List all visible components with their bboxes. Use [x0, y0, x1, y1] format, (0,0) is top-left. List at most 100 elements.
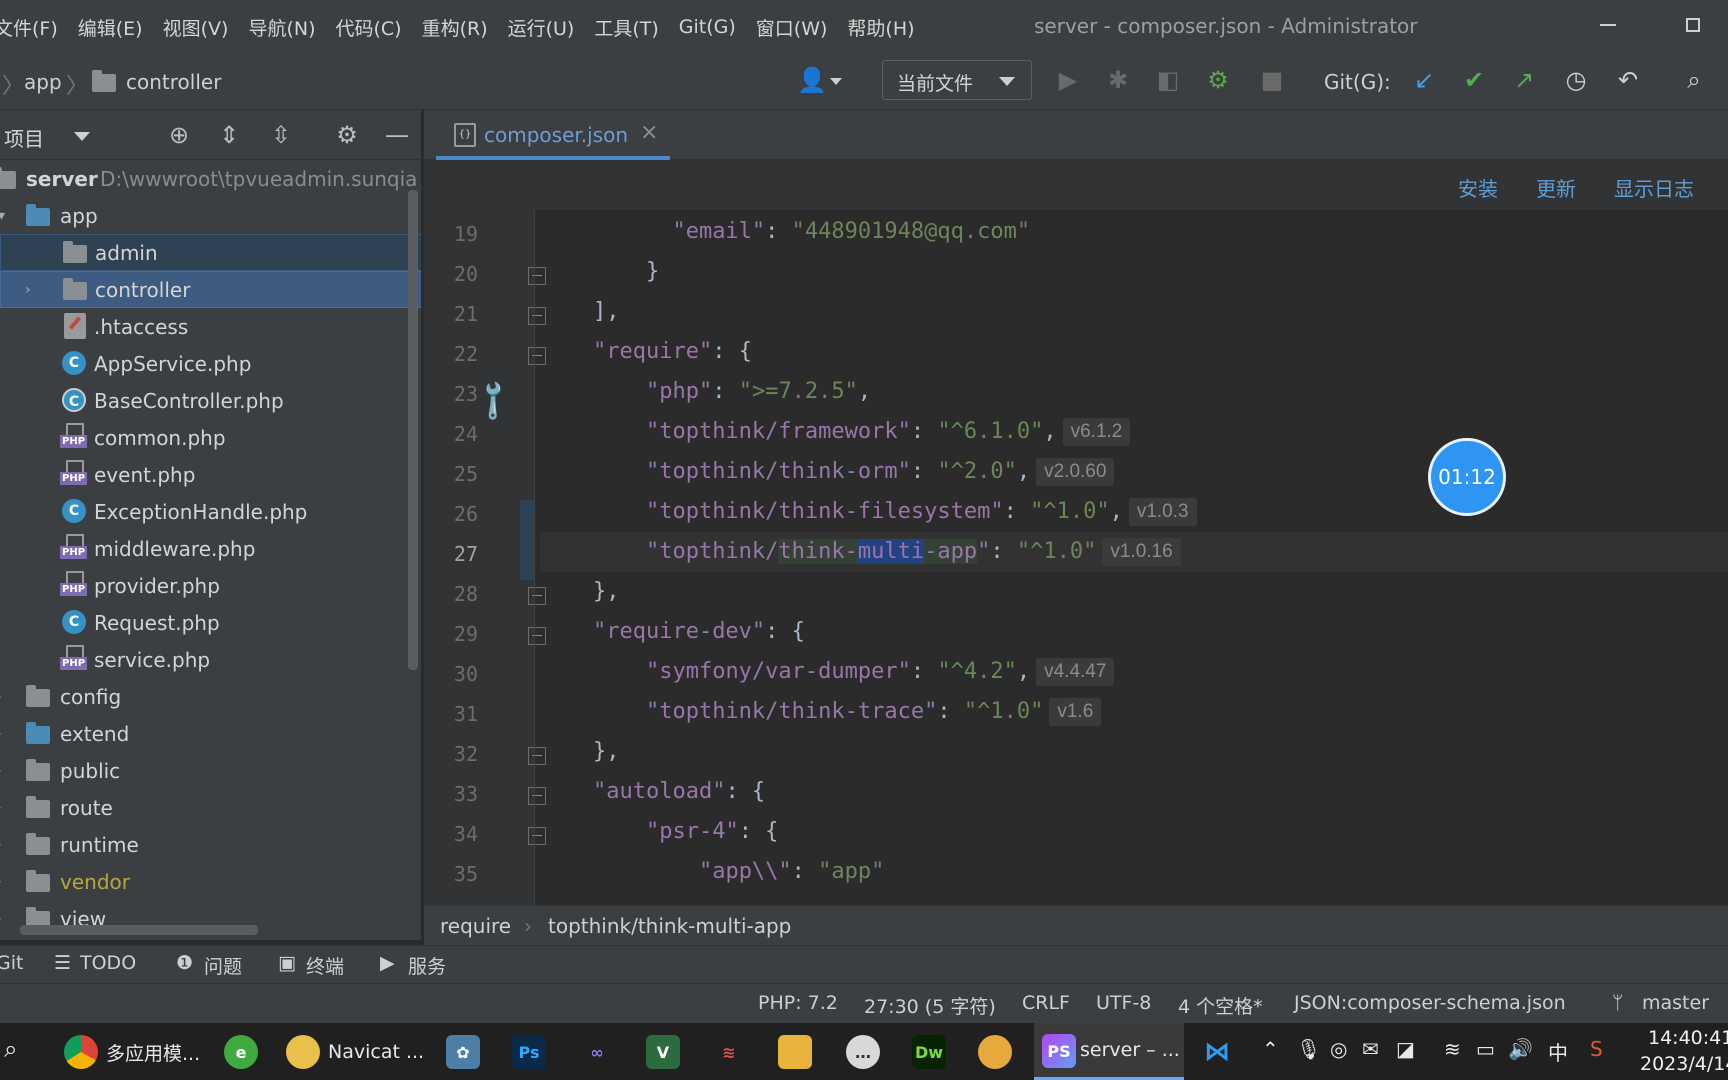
run-configuration-select[interactable]: 当前文件	[882, 60, 1032, 100]
tree-item-route[interactable]: › route	[0, 789, 421, 826]
tree-item-public[interactable]: › public	[0, 752, 421, 789]
tree-item-vendor[interactable]: › vendor	[0, 863, 421, 900]
tree-item-exceptionhandle[interactable]: C ExceptionHandle.php	[0, 493, 421, 530]
taskbar-app[interactable]: e	[224, 1031, 258, 1073]
minimize-icon[interactable]	[1600, 24, 1616, 26]
user-icon[interactable]: 👤	[797, 66, 827, 94]
ime-indicator[interactable]: 中	[1548, 1037, 1568, 1066]
expand-all-icon[interactable]: ⇕	[214, 120, 244, 150]
tool-window-problems[interactable]: 问题	[204, 952, 242, 979]
taskbar-navicat[interactable]: Navicat ...	[286, 1031, 424, 1073]
run-icon[interactable]: ▶	[1054, 66, 1082, 94]
tree-item-common[interactable]: PHP common.php	[0, 419, 421, 456]
tree-item-admin[interactable]: admin	[0, 234, 421, 271]
tree-item-basecontroller[interactable]: C BaseController.php	[0, 382, 421, 419]
sogou-icon[interactable]: S	[1590, 1037, 1603, 1061]
rollback-icon[interactable]: ↶	[1614, 66, 1642, 94]
tool-window-git[interactable]: Git	[0, 952, 23, 974]
breadcrumb-controller[interactable]: controller	[126, 70, 221, 94]
status-json-schema[interactable]: JSON:composer-schema.json	[1294, 992, 1566, 1014]
menu-tools[interactable]: 工具(T)	[594, 14, 658, 41]
menu-run[interactable]: 运行(U)	[508, 14, 575, 41]
microphone-icon[interactable]: 🎙	[1296, 1037, 1321, 1061]
search-icon[interactable]: ⌕	[1680, 66, 1708, 94]
chevron-down-icon[interactable]: ▾	[0, 208, 12, 224]
tree-item-extend[interactable]: › extend	[0, 715, 421, 752]
taskbar-chrome[interactable]: 多应用模...	[64, 1031, 200, 1073]
tree-item-appservice[interactable]: C AppService.php	[0, 345, 421, 382]
status-encoding[interactable]: UTF-8	[1096, 992, 1151, 1014]
status-indent[interactable]: 4 个空格*	[1178, 992, 1263, 1019]
status-caret-position[interactable]: 27:30 (5 字符)	[864, 992, 996, 1019]
clock-time[interactable]: 14:40:41	[1648, 1027, 1728, 1049]
debug-icon[interactable]: ✱	[1104, 66, 1132, 94]
tree-item-server[interactable]: server D:\wwwroot\tpvueadmin.sunqia	[0, 160, 421, 197]
menu-edit[interactable]: 编辑(E)	[78, 14, 143, 41]
taskbar-explorer[interactable]	[778, 1031, 812, 1073]
restore-icon[interactable]	[1686, 18, 1700, 32]
attach-debugger-icon[interactable]: ⚙	[1204, 66, 1232, 94]
recording-timer-badge[interactable]: 01:12	[1428, 438, 1506, 516]
volume-icon[interactable]: 🔊	[1508, 1037, 1533, 1061]
breadcrumb-require[interactable]: require	[440, 914, 511, 938]
tree-item-config[interactable]: › config	[0, 678, 421, 715]
chevron-down-icon[interactable]	[74, 132, 90, 141]
taskbar-app[interactable]: V	[646, 1031, 680, 1073]
close-icon[interactable]: ×	[640, 120, 658, 145]
breadcrumb-app[interactable]: app	[24, 70, 62, 94]
hide-panel-icon[interactable]: —	[382, 120, 412, 150]
app-tray-icon[interactable]: ◎	[1330, 1037, 1347, 1061]
tree-horizontal-scrollbar[interactable]	[20, 925, 258, 935]
code-editor[interactable]: "email": "448901948@qq.com" } ], "requir…	[540, 210, 1728, 905]
wechat-tray-icon[interactable]: ✉	[1362, 1037, 1379, 1061]
taskbar-photoshop[interactable]: Ps	[512, 1031, 546, 1073]
chevron-right-icon[interactable]: ›	[0, 763, 10, 779]
tree-item-htaccess[interactable]: .htaccess	[0, 308, 421, 345]
tool-window-terminal[interactable]: 终端	[306, 952, 344, 979]
taskbar-phpstorm-active[interactable]: PS server – ...	[1034, 1023, 1184, 1080]
clock-date[interactable]: 2023/4/14	[1640, 1053, 1728, 1075]
vcs-change-marker[interactable]	[520, 500, 534, 580]
taskbar-vscode[interactable]: ⋈	[1200, 1031, 1234, 1073]
chevron-right-icon[interactable]: ›	[25, 282, 39, 298]
chevron-right-icon[interactable]: ›	[0, 800, 10, 816]
composer-install-link[interactable]: 安装	[1458, 173, 1498, 202]
app-tray-icon[interactable]: ◪	[1396, 1037, 1415, 1061]
tree-item-app[interactable]: ▾ app	[0, 197, 421, 234]
battery-icon[interactable]: ▭	[1476, 1037, 1495, 1061]
composer-show-log-link[interactable]: 显示日志	[1614, 173, 1694, 202]
taskbar-app[interactable]: ≋	[712, 1031, 746, 1073]
status-git-branch[interactable]: master	[1642, 992, 1709, 1014]
menu-help[interactable]: 帮助(H)	[847, 14, 914, 41]
tool-window-services[interactable]: 服务	[408, 952, 446, 979]
breadcrumb-multi-app[interactable]: topthink/think-multi-app	[548, 914, 791, 938]
composer-update-link[interactable]: 更新	[1536, 173, 1576, 202]
tree-item-service[interactable]: PHP service.php	[0, 641, 421, 678]
taskbar-app[interactable]	[978, 1031, 1012, 1073]
wifi-icon[interactable]: ≋	[1444, 1037, 1461, 1061]
project-view-title[interactable]: 项目	[4, 123, 44, 152]
menu-file[interactable]: 文件(F)	[0, 14, 58, 41]
history-icon[interactable]: ◷	[1562, 66, 1590, 94]
git-commit-icon[interactable]: ✔	[1460, 66, 1488, 94]
stop-icon[interactable]: ■	[1258, 66, 1286, 94]
tree-item-provider[interactable]: PHP provider.php	[0, 567, 421, 604]
tree-item-controller[interactable]: › controller	[0, 271, 421, 308]
locate-file-icon[interactable]: ⊕	[164, 120, 194, 150]
menu-window[interactable]: 窗口(W)	[756, 14, 828, 41]
menu-git[interactable]: Git(G)	[679, 16, 736, 38]
taskbar-app[interactable]: ∞	[580, 1031, 614, 1073]
tree-item-runtime[interactable]: › runtime	[0, 826, 421, 863]
tree-item-request[interactable]: C Request.php	[0, 604, 421, 641]
coverage-icon[interactable]: ◧	[1154, 66, 1182, 94]
tree-item-middleware[interactable]: PHP middleware.php	[0, 530, 421, 567]
menu-view[interactable]: 视图(V)	[163, 14, 229, 41]
tab-composer-json[interactable]: {} composer.json ×	[436, 110, 670, 160]
taskbar-dreamweaver[interactable]: Dw	[912, 1031, 946, 1073]
git-update-icon[interactable]: ↙	[1410, 66, 1438, 94]
chevron-up-icon[interactable]: ⌃	[1262, 1037, 1279, 1061]
menu-refactor[interactable]: 重构(R)	[422, 14, 488, 41]
chevron-right-icon[interactable]: ›	[0, 837, 10, 853]
chevron-right-icon[interactable]: ›	[0, 911, 10, 927]
search-icon[interactable]: ⌕	[4, 1035, 17, 1063]
